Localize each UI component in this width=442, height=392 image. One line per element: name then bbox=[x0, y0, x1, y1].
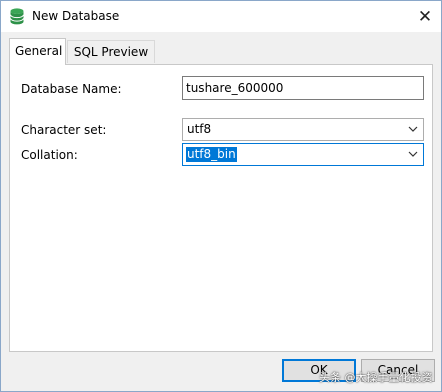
database-name-input[interactable] bbox=[182, 76, 424, 100]
character-set-value: utf8 bbox=[187, 122, 212, 136]
title-bar: New Database ✕ bbox=[1, 1, 441, 32]
chevron-down-icon bbox=[408, 126, 418, 132]
collation-select[interactable]: utf8_bin bbox=[182, 143, 424, 166]
database-icon bbox=[10, 8, 24, 25]
general-panel: Database Name: Character set: utf8 Colla… bbox=[9, 64, 433, 352]
collation-value: utf8_bin bbox=[186, 147, 237, 162]
character-set-select[interactable]: utf8 bbox=[182, 118, 424, 141]
watermark-text: 头条 @大操手量化投资 bbox=[319, 371, 433, 384]
window-title: New Database bbox=[32, 9, 120, 23]
collation-label: Collation: bbox=[21, 148, 78, 162]
new-database-dialog: New Database ✕ General SQL Preview Datab… bbox=[0, 0, 442, 392]
tab-sql-preview[interactable]: SQL Preview bbox=[67, 40, 155, 63]
close-button[interactable]: ✕ bbox=[409, 1, 441, 32]
character-set-label: Character set: bbox=[21, 123, 107, 137]
tab-general[interactable]: General bbox=[9, 38, 66, 65]
close-icon: ✕ bbox=[417, 6, 433, 27]
chevron-down-icon bbox=[408, 151, 418, 157]
database-name-label: Database Name: bbox=[21, 82, 122, 96]
